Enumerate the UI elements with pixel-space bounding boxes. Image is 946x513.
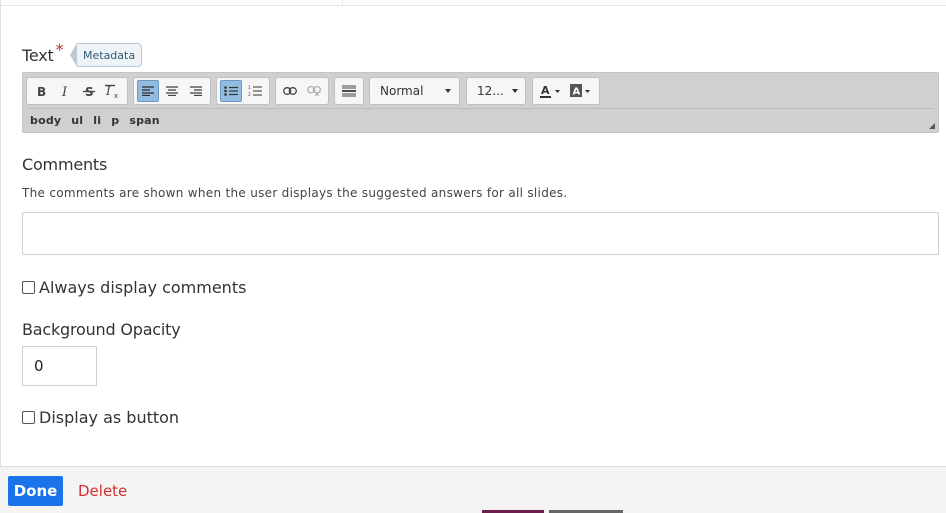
path-item[interactable]: p — [111, 114, 119, 127]
footer-bar: Done Delete — [0, 466, 946, 513]
toolbar-group-links — [275, 77, 329, 105]
strikethrough-icon[interactable]: S — [78, 80, 100, 102]
always-display-comments-label: Always display comments — [39, 278, 247, 297]
italic-icon[interactable]: I — [54, 80, 76, 102]
link-icon[interactable] — [279, 80, 301, 102]
svg-text:B: B — [37, 85, 46, 97]
font-size-select-value: 12... — [477, 84, 504, 98]
comments-label: Comments — [22, 155, 108, 174]
chevron-down-icon — [445, 89, 451, 93]
svg-text:x: x — [114, 92, 118, 98]
toolbar-group-rule — [334, 77, 364, 105]
metadata-button[interactable]: Metadata — [70, 43, 143, 67]
always-display-comments-option[interactable]: Always display comments — [22, 278, 246, 297]
format-select-value: Normal — [380, 84, 424, 98]
top-divider-tick — [342, 0, 343, 6]
unlink-icon[interactable] — [303, 80, 325, 102]
font-size-select[interactable]: 12... — [466, 77, 526, 105]
display-as-button-option[interactable]: Display as button — [22, 408, 179, 427]
format-select[interactable]: Normal — [369, 77, 460, 105]
align-left-icon[interactable] — [137, 80, 159, 102]
toolbar-group-lists: 12 — [216, 77, 270, 105]
path-item[interactable]: ul — [71, 114, 83, 127]
path-item[interactable]: span — [129, 114, 159, 127]
text-label: Text — [22, 46, 54, 65]
svg-text:2: 2 — [248, 92, 251, 97]
display-as-button-checkbox[interactable] — [22, 411, 35, 424]
rich-text-editor[interactable]: B I S Ix 12 Normal 12... A A body ul li … — [22, 72, 939, 133]
background-opacity-label: Background Opacity — [22, 320, 181, 339]
chevron-down-icon — [511, 89, 518, 93]
always-display-comments-checkbox[interactable] — [22, 281, 35, 294]
toolbar-group-align — [133, 77, 211, 105]
bold-icon[interactable]: B — [30, 80, 52, 102]
done-button[interactable]: Done — [8, 476, 63, 506]
metadata-label: Metadata — [77, 43, 143, 67]
numbered-list-icon[interactable]: 12 — [244, 80, 266, 102]
svg-text:A: A — [573, 87, 581, 98]
horizontal-rule-icon[interactable] — [338, 80, 360, 102]
metadata-tag-arrow — [70, 43, 77, 67]
required-star: * — [55, 40, 64, 59]
toolbar-divider — [26, 108, 934, 109]
svg-text:1: 1 — [248, 85, 251, 91]
align-center-icon[interactable] — [161, 80, 183, 102]
background-opacity-input[interactable]: 0 — [22, 346, 97, 386]
background-color-icon[interactable]: A — [567, 80, 595, 102]
path-item[interactable]: li — [93, 114, 101, 127]
text-color-icon[interactable]: A — [537, 80, 565, 102]
delete-button[interactable]: Delete — [78, 482, 127, 500]
remove-format-icon[interactable]: Ix — [102, 80, 124, 102]
toolbar-group-basic: B I S Ix — [26, 77, 128, 105]
display-as-button-label: Display as button — [39, 408, 180, 427]
svg-text:A: A — [541, 84, 550, 97]
comments-input[interactable] — [22, 212, 939, 255]
left-border — [0, 0, 1, 466]
align-right-icon[interactable] — [185, 80, 207, 102]
bulleted-list-icon[interactable] — [220, 80, 242, 102]
resize-handle-icon[interactable] — [929, 123, 935, 129]
comments-description: The comments are shown when the user dis… — [22, 186, 568, 200]
svg-text:I: I — [61, 85, 68, 97]
top-divider — [0, 0, 946, 6]
element-path-bar: body ul li p span — [30, 114, 160, 127]
path-item[interactable]: body — [30, 114, 61, 127]
text-field-label: Text * — [22, 40, 64, 65]
editor-toolbar: B I S Ix 12 Normal 12... A A — [26, 76, 605, 106]
toolbar-group-colors: A A — [532, 77, 600, 105]
